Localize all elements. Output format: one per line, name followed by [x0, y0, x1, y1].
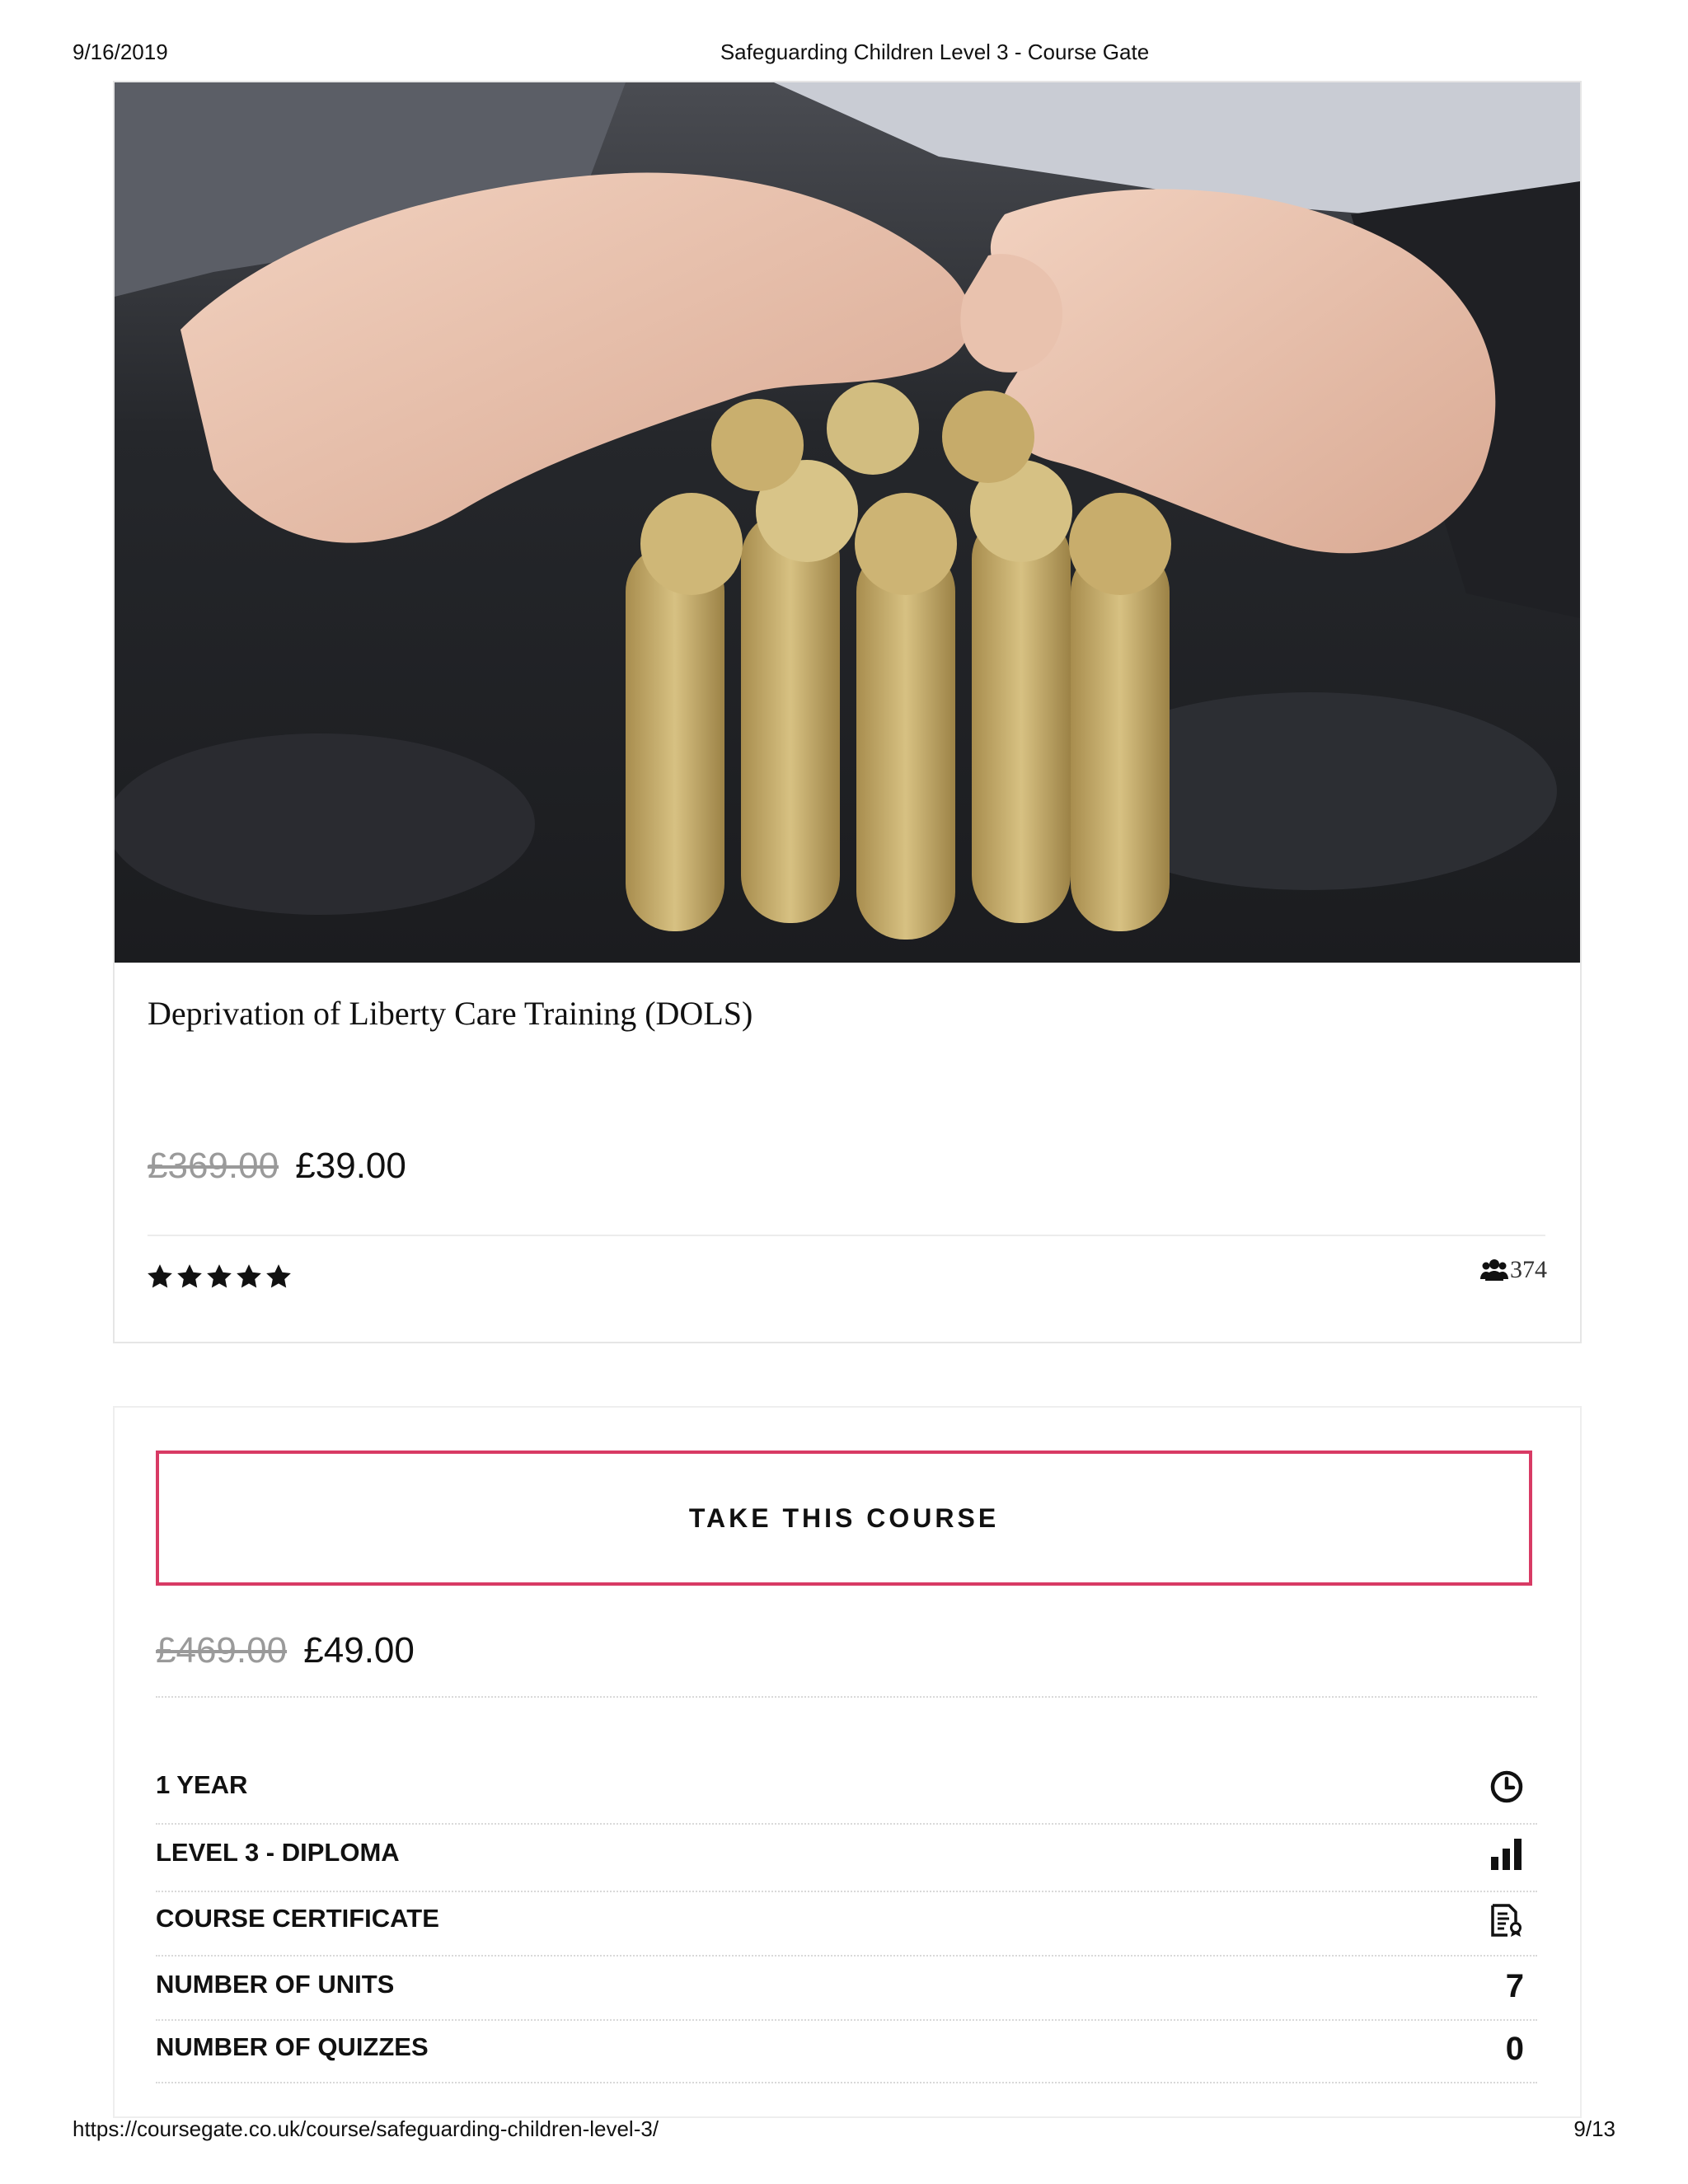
original-price: £369.00 — [148, 1146, 279, 1186]
quizzes-label: NUMBER OF QUIZZES — [156, 2032, 429, 2061]
certificate-label: COURSE CERTIFICATE — [156, 1904, 439, 1933]
units-label: NUMBER OF UNITS — [156, 1970, 395, 1999]
star-icon — [177, 1264, 202, 1288]
star-icon — [237, 1264, 261, 1288]
level-row: LEVEL 3 - DIPLOMA — [156, 1830, 1524, 1879]
star-icon — [266, 1264, 291, 1288]
course-title[interactable]: Deprivation of Liberty Care Training (DO… — [148, 994, 753, 1033]
users-icon — [1480, 1259, 1508, 1281]
divider — [156, 1823, 1537, 1825]
course-price: £369.00 £39.00 — [148, 1146, 406, 1187]
certificate-row: COURSE CERTIFICATE — [156, 1896, 1524, 1945]
divider — [148, 1235, 1545, 1236]
bar-chart-icon — [1491, 1839, 1522, 1870]
star-icon — [207, 1264, 232, 1288]
divider — [156, 2082, 1537, 2083]
rating-stars — [146, 1263, 293, 1291]
page-url[interactable]: https://coursegate.co.uk/course/safeguar… — [73, 2116, 659, 2142]
clock-icon — [1490, 1770, 1523, 1803]
units-row: NUMBER OF UNITS 7 — [156, 1961, 1524, 2011]
star-icon — [148, 1264, 172, 1288]
sale-price: £39.00 — [295, 1146, 406, 1186]
sale-price: £49.00 — [303, 1630, 415, 1671]
purchase-panel: TAKE THIS COURSE £469.00 £49.00 1 YEAR L… — [113, 1406, 1582, 2118]
course-image[interactable] — [115, 82, 1580, 963]
quizzes-row: NUMBER OF QUIZZES 0 — [156, 2024, 1524, 2074]
student-count: 374 — [1480, 1256, 1547, 1284]
students-count: 374 — [1510, 1256, 1547, 1283]
level-label: LEVEL 3 - DIPLOMA — [156, 1838, 400, 1867]
original-price: £469.00 — [156, 1630, 288, 1671]
divider — [156, 1891, 1537, 1892]
hands-protecting-figures-illustration — [115, 82, 1580, 963]
print-footer: https://coursegate.co.uk/course/safeguar… — [0, 2116, 1688, 2144]
duration-row: 1 YEAR — [156, 1762, 1524, 1811]
print-title: Safeguarding Children Level 3 - Course G… — [720, 40, 1150, 64]
divider — [156, 1955, 1537, 1957]
course-card[interactable]: Deprivation of Liberty Care Training (DO… — [113, 81, 1582, 1343]
duration-label: 1 YEAR — [156, 1770, 248, 1799]
units-count: 7 — [1505, 1967, 1524, 2004]
panel-price: £469.00 £49.00 — [156, 1630, 415, 1671]
print-header: 9/16/2019 Safeguarding Children Level 3 … — [0, 40, 1688, 68]
quizzes-count: 0 — [1505, 2030, 1524, 2067]
certificate-icon — [1491, 1904, 1522, 1937]
page-number: 9/13 — [1573, 2116, 1615, 2141]
divider — [156, 1696, 1537, 1698]
take-this-course-button[interactable]: TAKE THIS COURSE — [156, 1451, 1532, 1586]
divider — [156, 2019, 1537, 2021]
